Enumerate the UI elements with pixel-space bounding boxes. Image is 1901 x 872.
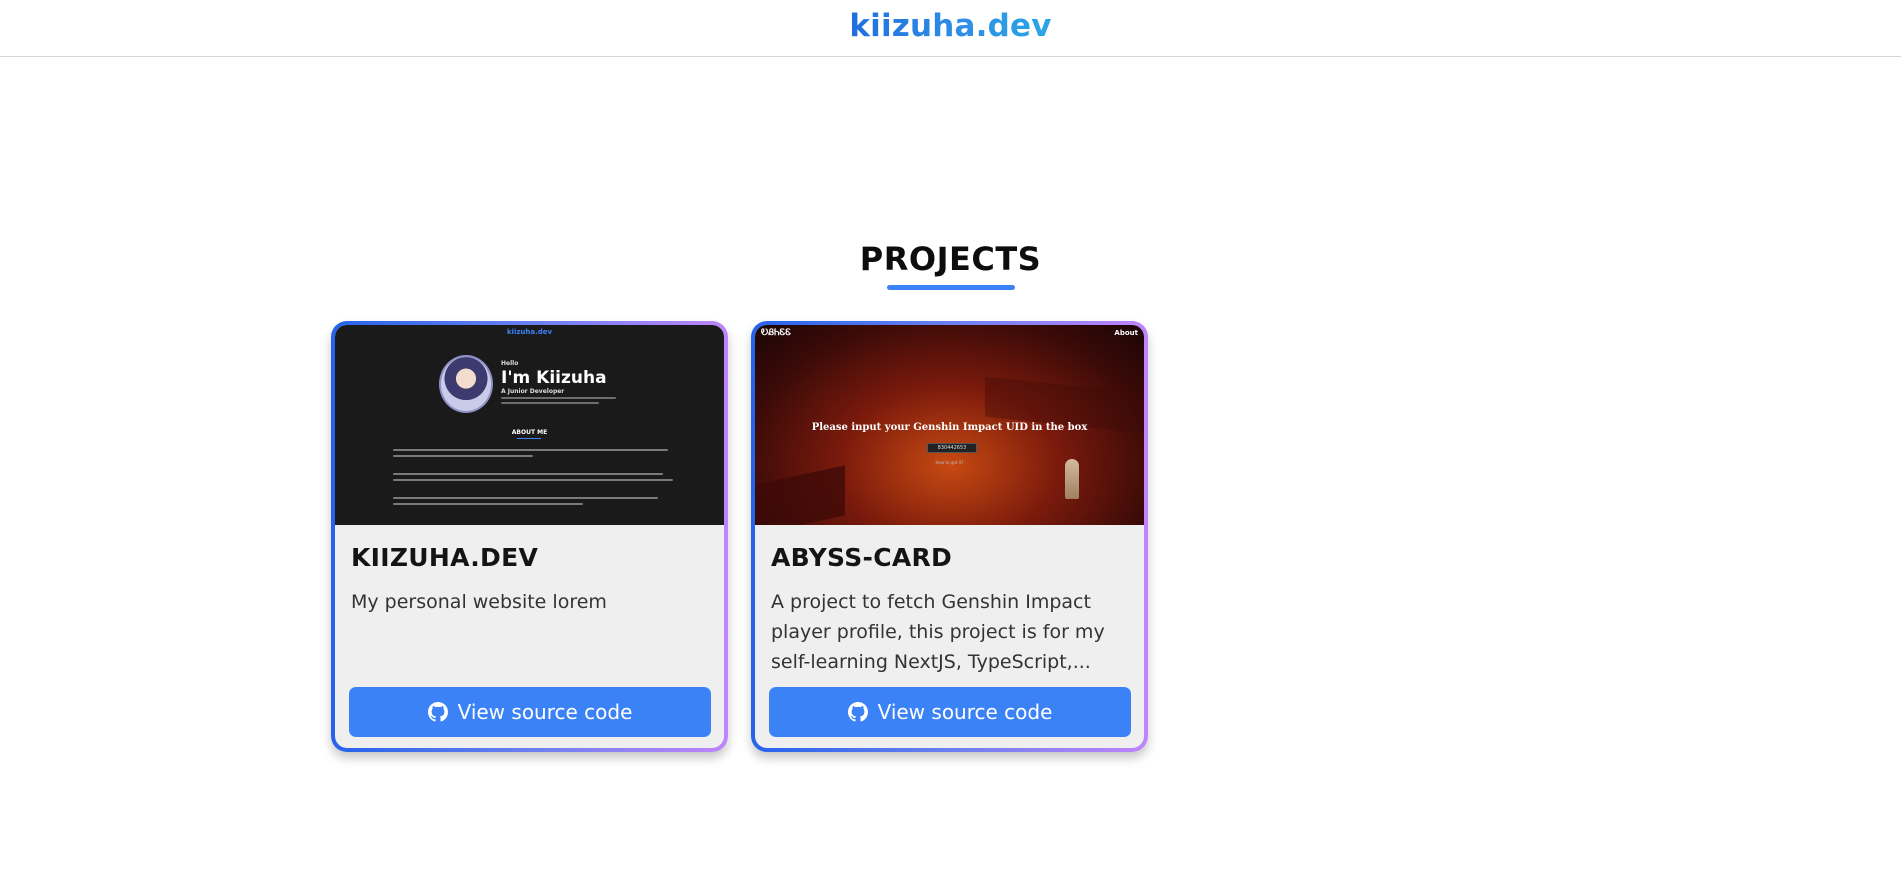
- preview-paragraph: [393, 449, 673, 461]
- project-description: A project to fetch Genshin Impact player…: [771, 591, 1105, 673]
- project-preview-image: kiizuha.dev Hello I'm Kiizuha A Junior D…: [335, 325, 724, 525]
- project-card-abyss: ᎧᏰᏂᏋᏋ About Please input your Genshin Im…: [751, 321, 1148, 752]
- preview-paragraph: [393, 473, 673, 485]
- preview-about-heading: ABOUT ME: [511, 429, 548, 436]
- preview-avatar: [439, 355, 493, 413]
- project-card-body: ᎧᏰᏂᏋᏋ About Please input your Genshin Im…: [755, 325, 1144, 748]
- projects-heading-underline: [887, 285, 1015, 290]
- preview-name: I'm Kiizuha: [501, 368, 607, 388]
- view-source-label: View source code: [457, 700, 633, 724]
- preview-character-figure: [1065, 459, 1079, 499]
- brand-link[interactable]: kiizuha.dev: [849, 8, 1051, 44]
- preview-role: A Junior Developer: [501, 388, 565, 395]
- preview-uid-input: 830442653: [927, 443, 977, 453]
- preview-hello: Hello: [501, 360, 519, 367]
- view-source-button[interactable]: View source code: [349, 687, 711, 737]
- top-nav-bar: kiizuha.dev: [0, 0, 1901, 57]
- preview-about-underline: [517, 438, 541, 439]
- site-brand: kiizuha.dev: [0, 8, 1901, 44]
- view-source-label: View source code: [877, 700, 1053, 724]
- github-icon: [847, 702, 868, 722]
- preview-prompt: Please input your Genshin Impact UID in …: [811, 422, 1088, 433]
- preview-about-link: About: [1114, 329, 1138, 337]
- projects-heading: PROJECTS: [859, 240, 1042, 278]
- github-icon: [427, 702, 448, 722]
- project-preview-image: ᎧᏰᏂᏋᏋ About Please input your Genshin Im…: [755, 325, 1144, 525]
- project-title: ABYSS-CARD: [771, 543, 953, 572]
- preview-paragraph: [393, 497, 673, 509]
- project-description: My personal website lorem: [351, 591, 607, 613]
- preview-help-link: How to get it?: [935, 460, 964, 465]
- preview-intro-lines: [501, 397, 621, 407]
- preview-logo: ᎧᏰᏂᏋᏋ: [761, 328, 791, 338]
- preview-rock: [755, 465, 845, 525]
- view-source-button[interactable]: View source code: [769, 687, 1131, 737]
- project-card-body: kiizuha.dev Hello I'm Kiizuha A Junior D…: [335, 325, 724, 748]
- project-title: KIIZUHA.DEV: [351, 543, 539, 572]
- preview-brand: kiizuha.dev: [506, 328, 553, 336]
- project-card-kiizuha: kiizuha.dev Hello I'm Kiizuha A Junior D…: [331, 321, 728, 752]
